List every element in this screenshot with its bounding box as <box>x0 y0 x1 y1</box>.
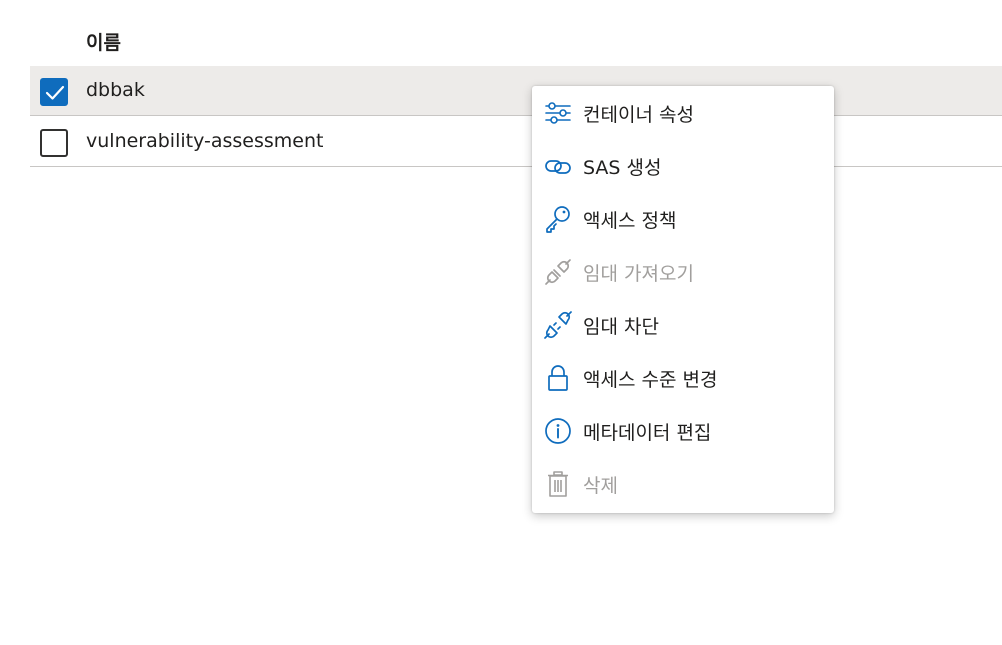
container-name[interactable]: dbbak <box>86 79 145 101</box>
menu-item-change-access-level[interactable]: 액세스 수준 변경 <box>532 351 834 404</box>
table-row[interactable]: dbbak <box>30 66 1002 116</box>
context-menu: 컨테이너 속성 SAS 생성 액세스 정책 임대 가져오기 임대 차단 액세스 … <box>532 86 834 513</box>
trash-icon <box>548 471 568 497</box>
plug-connect-icon <box>545 259 571 285</box>
row-checkbox[interactable] <box>40 129 68 157</box>
menu-item-break-lease[interactable]: 임대 차단 <box>532 298 834 351</box>
menu-item-delete[interactable]: 삭제 <box>532 457 834 510</box>
menu-item-label: 액세스 수준 변경 <box>583 369 718 391</box>
menu-item-generate-sas[interactable]: SAS 생성 <box>532 139 834 192</box>
container-name[interactable]: vulnerability-assessment <box>86 130 323 152</box>
info-icon <box>545 418 571 444</box>
menu-item-label: 임대 차단 <box>583 316 659 338</box>
menu-item-container-properties[interactable]: 컨테이너 속성 <box>532 86 834 139</box>
link-icon <box>545 160 571 174</box>
container-list-view: 이름 dbbak vulnerability-assessment 컨테이너 속… <box>0 0 1002 645</box>
plug-disconnect-icon <box>544 311 572 339</box>
menu-item-acquire-lease[interactable]: 임대 가져오기 <box>532 245 834 298</box>
checkmark-icon <box>45 85 65 100</box>
menu-item-label: SAS 생성 <box>583 157 662 179</box>
sliders-icon <box>545 102 571 124</box>
key-icon <box>546 206 570 233</box>
menu-item-label: 임대 가져오기 <box>583 263 694 285</box>
menu-item-access-policy[interactable]: 액세스 정책 <box>532 192 834 245</box>
menu-item-label: 액세스 정책 <box>583 210 677 232</box>
column-header-name[interactable]: 이름 <box>86 28 121 55</box>
menu-item-edit-metadata[interactable]: 메타데이터 편집 <box>532 404 834 457</box>
lock-icon <box>548 365 568 391</box>
table-row[interactable]: vulnerability-assessment <box>30 117 1002 167</box>
table-header: 이름 <box>30 18 1002 62</box>
row-checkbox[interactable] <box>40 78 68 106</box>
menu-item-label: 컨테이너 속성 <box>583 104 694 126</box>
menu-item-label: 메타데이터 편집 <box>583 422 712 444</box>
menu-item-label: 삭제 <box>583 475 618 497</box>
